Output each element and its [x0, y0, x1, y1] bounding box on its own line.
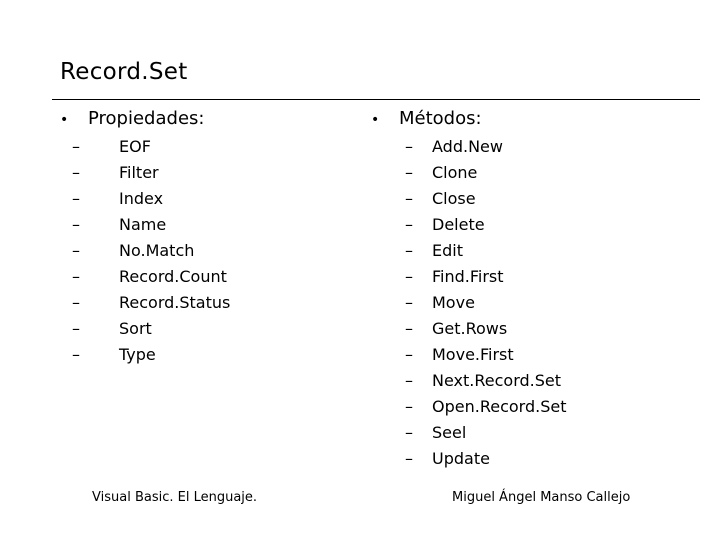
dash-icon: –: [72, 163, 80, 182]
property-item-label: Name: [119, 215, 167, 234]
method-item: – Add.New: [405, 134, 566, 160]
property-item-label: Type: [119, 345, 156, 364]
methods-list: – Add.New – Clone – Close – Delete – Edit – Find.Fi…: [371, 134, 566, 472]
method-item-label: Update: [432, 449, 490, 468]
method-item: – Find.First: [405, 264, 566, 290]
property-item-label: EOF: [119, 137, 151, 156]
dash-icon: –: [72, 293, 80, 312]
dash-icon: –: [405, 449, 413, 468]
properties-heading-row: • Propiedades:: [60, 104, 230, 134]
dash-icon: –: [72, 215, 80, 234]
property-item-label: Sort: [119, 319, 152, 338]
bullet-icon: •: [371, 112, 380, 128]
dash-icon: –: [405, 397, 413, 416]
property-item-label: Record.Count: [119, 267, 227, 286]
method-item: – Delete: [405, 212, 566, 238]
dash-icon: –: [405, 215, 413, 234]
method-item: – Seel: [405, 420, 566, 446]
dash-icon: –: [72, 319, 80, 338]
dash-icon: –: [405, 319, 413, 338]
properties-column: • Propiedades: – EOF – Filter – Index – Name – No…: [60, 104, 230, 368]
method-item-label: Edit: [432, 241, 463, 260]
method-item-label: Move: [432, 293, 475, 312]
method-item-label: Add.New: [432, 137, 503, 156]
dash-icon: –: [405, 163, 413, 182]
dash-icon: –: [405, 241, 413, 260]
property-item: – Sort: [72, 316, 230, 342]
method-item: – Edit: [405, 238, 566, 264]
property-item: – Index: [72, 186, 230, 212]
methods-heading-row: • Métodos:: [371, 104, 566, 134]
property-item-label: No.Match: [119, 241, 195, 260]
dash-icon: –: [405, 345, 413, 364]
property-item: – Name: [72, 212, 230, 238]
method-item-label: Next.Record.Set: [432, 371, 561, 390]
method-item-label: Open.Record.Set: [432, 397, 567, 416]
slide-title: Record.Set: [60, 59, 188, 85]
dash-icon: –: [72, 137, 80, 156]
footer-author: Miguel Ángel Manso Callejo: [452, 490, 631, 505]
method-item: – Update: [405, 446, 566, 472]
dash-icon: –: [72, 267, 80, 286]
property-item: – Record.Status: [72, 290, 230, 316]
method-item: – Close: [405, 186, 566, 212]
method-item: – Get.Rows: [405, 316, 566, 342]
property-item: – Filter: [72, 160, 230, 186]
method-item: – Open.Record.Set: [405, 394, 566, 420]
method-item-label: Find.First: [432, 267, 504, 286]
dash-icon: –: [405, 293, 413, 312]
footer-course-title: Visual Basic. El Lenguaje.: [92, 490, 258, 505]
method-item: – Clone: [405, 160, 566, 186]
method-item: – Move.First: [405, 342, 566, 368]
property-item: – No.Match: [72, 238, 230, 264]
properties-heading: Propiedades:: [88, 108, 205, 129]
dash-icon: –: [405, 137, 413, 156]
property-item-label: Filter: [119, 163, 159, 182]
method-item-label: Move.First: [432, 345, 514, 364]
methods-column: • Métodos: – Add.New – Clone – Close – Delete – E…: [371, 104, 566, 472]
dash-icon: –: [405, 371, 413, 390]
dash-icon: –: [72, 345, 80, 364]
property-item: – Record.Count: [72, 264, 230, 290]
method-item-label: Close: [432, 189, 476, 208]
method-item-label: Get.Rows: [432, 319, 508, 338]
property-item: – Type: [72, 342, 230, 368]
dash-icon: –: [72, 241, 80, 260]
method-item: – Next.Record.Set: [405, 368, 566, 394]
methods-heading: Métodos:: [399, 108, 482, 129]
dash-icon: –: [405, 189, 413, 208]
property-item-label: Index: [119, 189, 164, 208]
dash-icon: –: [405, 267, 413, 286]
title-divider: [52, 99, 700, 100]
dash-icon: –: [405, 423, 413, 442]
method-item-label: Clone: [432, 163, 478, 182]
property-item: – EOF: [72, 134, 230, 160]
dash-icon: –: [72, 189, 80, 208]
property-item-label: Record.Status: [119, 293, 231, 312]
method-item-label: Delete: [432, 215, 485, 234]
properties-list: – EOF – Filter – Index – Name – No.Match – Record.C…: [60, 134, 230, 368]
method-item: – Move: [405, 290, 566, 316]
bullet-icon: •: [60, 112, 69, 128]
method-item-label: Seel: [432, 423, 467, 442]
